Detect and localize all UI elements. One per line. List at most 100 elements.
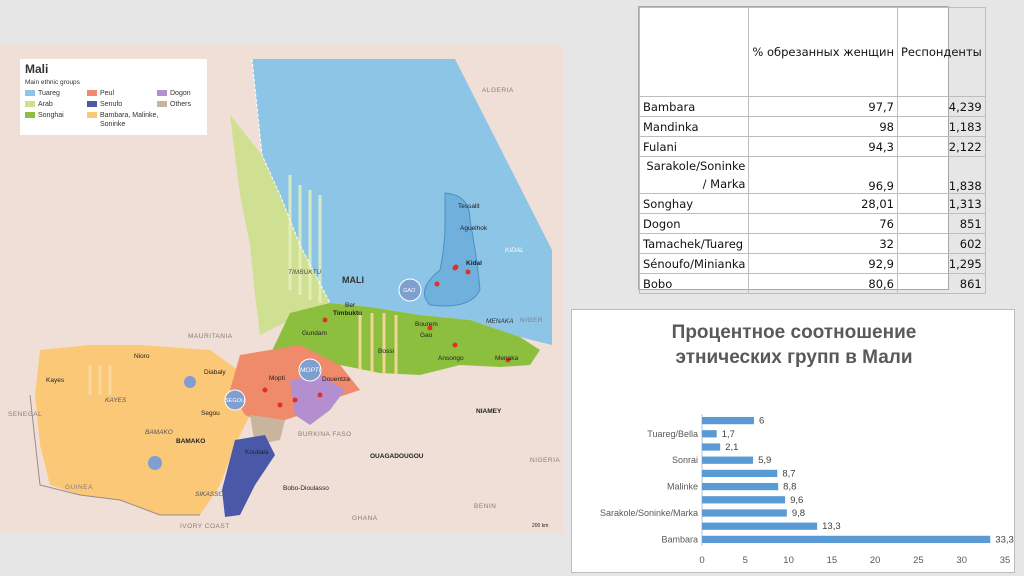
city-bourem: Bourem: [415, 321, 438, 328]
ethnic-bar-chart: Процентное соотношение этнических групп …: [571, 309, 1015, 573]
x-tick-label: 15: [827, 555, 838, 566]
table-cell: Mandinka: [638, 116, 750, 137]
bar-value-label: 8,7: [782, 468, 795, 479]
region-label-menaka: MENAKA: [486, 318, 514, 325]
country-label-mali: MALI: [342, 275, 364, 285]
city-segou: Segou: [201, 410, 220, 417]
city-gao: Gao: [420, 332, 433, 339]
x-tick-label: 30: [956, 555, 967, 566]
table-header-cell: Респонденты: [897, 7, 986, 97]
table-row: Tamachek/Tuareg 32 602: [638, 233, 986, 254]
table-cell: Tamachek/Tuareg: [638, 233, 750, 254]
bar-value-label: 2,1: [725, 442, 738, 453]
city-nioro: Nioro: [134, 353, 150, 360]
city-bossi: Bossi: [378, 348, 394, 355]
bar: [702, 443, 721, 451]
city-bobo-dioulasso: Bobo-Dioulasso: [283, 485, 329, 492]
table-cell: Songhay: [638, 193, 750, 214]
bar: [702, 456, 754, 464]
x-tick-label: 35: [1000, 555, 1011, 566]
legend-swatch-peul: [87, 90, 97, 96]
city-ouagadougou: OUAGADOUGOU: [370, 453, 424, 460]
country-label-guinea: GUINEA: [65, 484, 93, 491]
legend-item-peul: Peul: [100, 90, 115, 97]
table-header-cell: % обрезанных женщин: [748, 7, 898, 97]
legend-subtitle: Main ethnic groups: [25, 79, 80, 86]
table-row: Fulani 94,3 2,122: [638, 136, 986, 157]
table-cell: Sarakole/Soninke / Marka: [638, 156, 750, 194]
fgm-table: % обрезанных женщин Респонденты Bambara 9…: [638, 6, 986, 294]
table-cell: 92,9: [748, 253, 898, 274]
legend-swatch-senufo: [87, 101, 97, 107]
legend-swatch-songhai: [25, 112, 35, 118]
table-cell: Bambara: [638, 96, 750, 117]
region-label-timbuktu: TIMBUKTU: [288, 269, 322, 276]
city-ansongo: Ansongo: [438, 355, 464, 362]
table-cell: 851: [897, 213, 986, 234]
bar: [702, 469, 778, 478]
table-cell: 98: [748, 116, 898, 137]
bar: [702, 416, 754, 425]
city-kayes: Kayes: [46, 377, 65, 384]
table-cell: 94,3: [748, 136, 898, 157]
x-tick-label: 25: [913, 555, 924, 566]
legend-swatch-others: [157, 101, 167, 107]
city-ber: Ber: [345, 302, 356, 309]
city-koutiala: Koutiala: [245, 449, 269, 456]
country-label-benin: BENIN: [474, 503, 497, 510]
ethnic-map: Mali Main ethnic groups Tuareg Arab Song…: [0, 45, 563, 533]
legend-item-arab: Arab: [38, 101, 53, 108]
legend-item-bambara: Bambara, Malinke, Soninke: [100, 112, 159, 128]
region-label-kayes: KAYES: [105, 397, 127, 404]
bar-value-label: 33,3: [995, 534, 1014, 545]
table-cell: 97,7: [748, 96, 898, 117]
bar: [702, 509, 787, 517]
table-cell: 602: [897, 233, 986, 254]
legend-swatch-tuareg: [25, 90, 35, 96]
country-label-senegal: SENEGAL: [8, 411, 43, 418]
city-kidal: Kidal: [466, 260, 482, 267]
bar: [702, 482, 779, 491]
legend-item-songhai: Songhai: [38, 112, 64, 119]
city-menaka: Menaka: [495, 355, 519, 362]
table-row: Mandinka 98 1,183: [638, 116, 986, 137]
category-label: Tuareg/Bella: [647, 429, 698, 439]
country-label-niger: NIGER: [520, 317, 544, 324]
table-cell: 96,9: [748, 156, 898, 194]
bar: [702, 522, 818, 530]
map-legend: Mali Main ethnic groups Tuareg Arab Song…: [20, 59, 207, 135]
x-tick-label: 10: [783, 555, 794, 566]
map-scale: 200 km: [532, 523, 549, 529]
bar-value-label: 8,8: [783, 482, 796, 493]
bar: [702, 535, 991, 544]
region-label-mopti: MOPTI: [300, 367, 321, 374]
city-gundam: Gundam: [302, 330, 327, 337]
table-cell: 1,295: [897, 253, 986, 274]
bar-value-label: 9,6: [790, 495, 803, 506]
legend-swatch-bambara: [87, 112, 97, 118]
country-label-burkina-faso: BURKINA FASO: [298, 431, 352, 438]
table-row: Bobo 80,6 861: [638, 273, 986, 294]
city-bamako: BAMAKO: [176, 438, 206, 445]
table-cell: Sénoufo/Minianka: [638, 253, 750, 274]
bar-value-label: 13,3: [822, 521, 841, 532]
x-tick-label: 20: [870, 555, 881, 566]
city-mopti: Mopti: [269, 375, 285, 382]
country-label-nigeria: NIGERIA: [530, 457, 561, 464]
city-niamey: NIAMEY: [476, 408, 502, 415]
table-cell: Bobo: [638, 273, 750, 294]
city-aguelhok: Aguelhok: [460, 225, 488, 232]
region-label-gao: GAO: [403, 288, 416, 294]
table-header-row: % обрезанных женщин Респонденты: [638, 7, 986, 97]
legend-item-senufo: Senufo: [100, 101, 123, 108]
category-label: Sonrai: [672, 455, 698, 465]
legend-item-dogon: Dogon: [170, 90, 191, 97]
table-cell: 1,313: [897, 193, 986, 214]
table-cell: 1,183: [897, 116, 986, 137]
chart-plot: 33,3 Bambara 13,3 9,8 Sarakole/Soninke/Marka…: [600, 414, 1014, 566]
table-cell: 80,6: [748, 273, 898, 294]
country-label-ghana: GHANA: [352, 515, 378, 522]
region-label-sikasso: SIKASSO: [195, 491, 224, 498]
bar-value-label: 6: [759, 416, 764, 427]
legend-item-others: Others: [170, 101, 192, 108]
